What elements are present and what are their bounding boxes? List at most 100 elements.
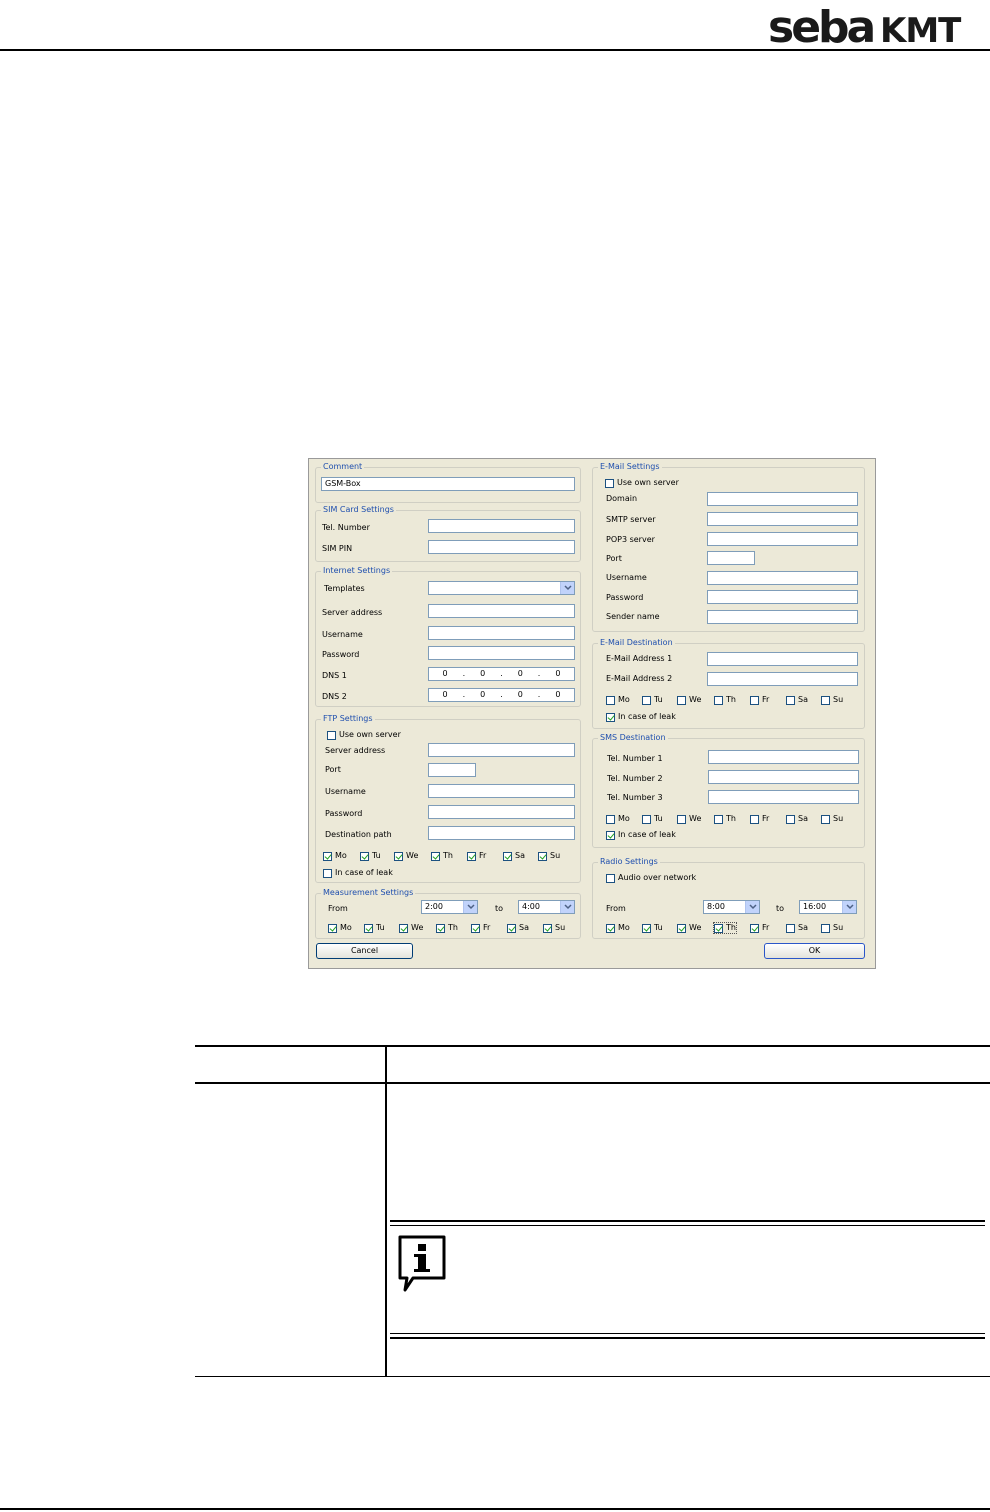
sms-day-th[interactable]: Th: [714, 814, 736, 824]
meas-day-sa[interactable]: Sa: [507, 923, 529, 933]
ftp-day-sa[interactable]: Sa: [503, 851, 525, 861]
checkbox-box[interactable]: [606, 830, 615, 840]
checkbox-box[interactable]: [431, 851, 440, 861]
checkbox-box[interactable]: [323, 868, 332, 878]
email-day-mo[interactable]: Mo: [606, 695, 630, 705]
audio-over-network-checkbox[interactable]: Audio over network: [606, 873, 696, 883]
sender-name-field[interactable]: [707, 610, 858, 624]
dns1-field[interactable]: 0. 0. 0. 0: [428, 667, 575, 681]
meas-day-mo[interactable]: Mo: [328, 923, 352, 933]
checkbox-box[interactable]: [606, 712, 615, 722]
ftp-username-field[interactable]: [428, 784, 575, 798]
ftp-day-su[interactable]: Su: [538, 851, 560, 861]
checkbox-box[interactable]: [750, 923, 759, 933]
sms-tel3-field[interactable]: [708, 790, 859, 804]
checkbox-box[interactable]: [467, 851, 476, 861]
sms-day-we[interactable]: We: [677, 814, 701, 824]
measurement-to-select[interactable]: 4:00: [518, 900, 575, 914]
email-own-server-checkbox[interactable]: Use own server: [605, 478, 679, 488]
checkbox-box[interactable]: [471, 923, 480, 933]
checkbox-box[interactable]: [394, 851, 403, 861]
checkbox-box[interactable]: [605, 478, 614, 488]
meas-day-fr[interactable]: Fr: [471, 923, 490, 933]
email-day-tu[interactable]: Tu: [642, 695, 663, 705]
checkbox-box[interactable]: [821, 814, 830, 824]
sim-pin-field[interactable]: [428, 540, 575, 554]
ftp-server-field[interactable]: [428, 743, 575, 757]
comment-field[interactable]: GSM-Box: [321, 477, 575, 491]
checkbox-box[interactable]: [677, 695, 686, 705]
checkbox-box[interactable]: [786, 923, 795, 933]
measurement-from-select[interactable]: 2:00: [421, 900, 478, 914]
checkbox-box[interactable]: [642, 695, 651, 705]
pop3-field[interactable]: [707, 532, 858, 546]
templates-select[interactable]: [428, 581, 575, 595]
sms-tel1-field[interactable]: [708, 750, 859, 764]
chevron-down-icon[interactable]: [560, 901, 574, 913]
checkbox-box[interactable]: [786, 695, 795, 705]
checkbox-box[interactable]: [538, 851, 547, 861]
checkbox-box[interactable]: [606, 873, 615, 883]
email-address1-field[interactable]: [707, 652, 858, 666]
email-day-sa[interactable]: Sa: [786, 695, 808, 705]
meas-day-th[interactable]: Th: [436, 923, 458, 933]
radio-from-select[interactable]: 8:00: [703, 900, 760, 914]
password-field[interactable]: [428, 646, 575, 660]
radio-day-su[interactable]: Su: [821, 923, 843, 933]
server-address-field[interactable]: [428, 604, 575, 618]
sms-tel2-field[interactable]: [708, 770, 859, 784]
ftp-password-field[interactable]: [428, 805, 575, 819]
radio-day-th[interactable]: Th: [713, 922, 737, 934]
ftp-day-th[interactable]: Th: [431, 851, 453, 861]
checkbox-box[interactable]: [642, 814, 651, 824]
sms-day-mo[interactable]: Mo: [606, 814, 630, 824]
sms-leak-checkbox[interactable]: In case of leak: [606, 830, 676, 840]
chevron-down-icon[interactable]: [745, 901, 759, 913]
checkbox-box[interactable]: [364, 923, 373, 933]
sms-day-sa[interactable]: Sa: [786, 814, 808, 824]
cancel-button[interactable]: Cancel: [316, 943, 413, 959]
checkbox-box[interactable]: [399, 923, 408, 933]
checkbox-box[interactable]: [360, 851, 369, 861]
radio-to-select[interactable]: 16:00: [799, 900, 857, 914]
email-password-field[interactable]: [707, 590, 858, 604]
ftp-day-fr[interactable]: Fr: [467, 851, 486, 861]
checkbox-box[interactable]: [714, 695, 723, 705]
checkbox-box[interactable]: [436, 923, 445, 933]
chevron-down-icon[interactable]: [463, 901, 477, 913]
radio-day-mo[interactable]: Mo: [606, 923, 630, 933]
chevron-down-icon[interactable]: [560, 582, 574, 594]
checkbox-box[interactable]: [677, 923, 686, 933]
ftp-dest-field[interactable]: [428, 826, 575, 840]
checkbox-box[interactable]: [642, 923, 651, 933]
ftp-day-tu[interactable]: Tu: [360, 851, 381, 861]
email-port-field[interactable]: [707, 551, 755, 565]
ftp-day-we[interactable]: We: [394, 851, 418, 861]
ftp-leak-checkbox[interactable]: In case of leak: [323, 868, 393, 878]
chevron-down-icon[interactable]: [842, 901, 856, 913]
checkbox-box[interactable]: [750, 814, 759, 824]
checkbox-box[interactable]: [714, 814, 723, 824]
checkbox-box[interactable]: [323, 851, 332, 861]
radio-day-fr[interactable]: Fr: [750, 923, 769, 933]
checkbox-box[interactable]: [677, 814, 686, 824]
checkbox-box[interactable]: [786, 814, 795, 824]
checkbox-box[interactable]: [606, 923, 615, 933]
radio-day-tu[interactable]: Tu: [642, 923, 663, 933]
email-username-field[interactable]: [707, 571, 858, 585]
checkbox-box[interactable]: [507, 923, 516, 933]
checkbox-box[interactable]: [328, 923, 337, 933]
checkbox-box[interactable]: [606, 814, 615, 824]
sms-day-su[interactable]: Su: [821, 814, 843, 824]
smtp-field[interactable]: [707, 512, 858, 526]
email-leak-checkbox[interactable]: In case of leak: [606, 712, 676, 722]
checkbox-box[interactable]: [714, 923, 723, 933]
ftp-port-field[interactable]: [428, 763, 476, 777]
meas-day-tu[interactable]: Tu: [364, 923, 385, 933]
sms-day-tu[interactable]: Tu: [642, 814, 663, 824]
tel-number-field[interactable]: [428, 519, 575, 533]
email-day-su[interactable]: Su: [821, 695, 843, 705]
email-day-we[interactable]: We: [677, 695, 701, 705]
checkbox-box[interactable]: [821, 923, 830, 933]
email-day-fr[interactable]: Fr: [750, 695, 769, 705]
